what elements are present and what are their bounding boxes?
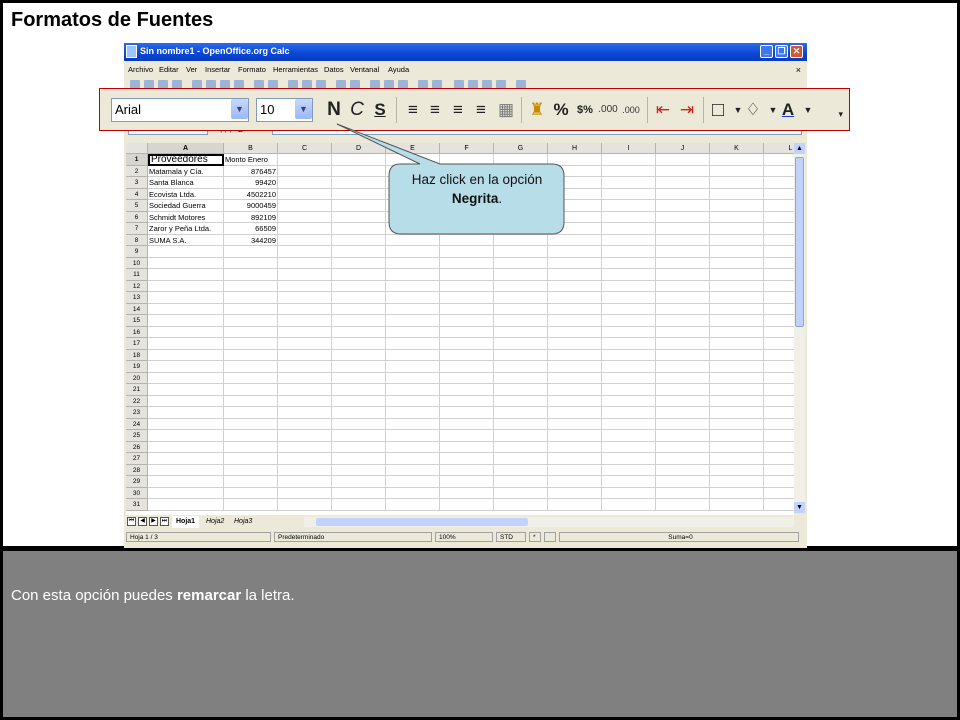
callout-text-prefix: Haz click en la opción [411,172,543,187]
instruction-prefix: Con esta opción puedes [11,587,177,604]
instruction-panel: Con esta opción puedes remarcar la letra… [3,551,957,717]
callout-text-suffix: . [498,191,503,206]
instruction-suffix: la letra. [241,587,295,604]
instruction-bold: remarcar [176,587,242,604]
instruction-text: Con esta opción puedes remarcar la letra… [11,587,295,604]
callout-text-bold: Negrita [451,191,499,206]
callout-text: Haz click en la opción Negrita. [390,170,564,208]
